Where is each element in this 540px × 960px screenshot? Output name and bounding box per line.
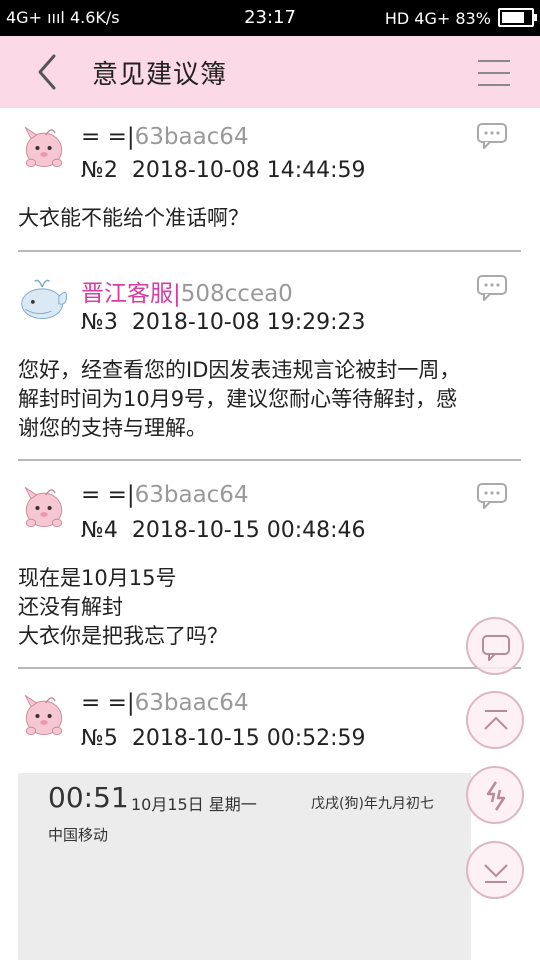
post-meta: №2 2018-10-08 14:44:59 bbox=[81, 158, 366, 183]
staff-avatar[interactable] bbox=[18, 274, 70, 326]
divider bbox=[18, 250, 521, 252]
float-comment-button[interactable] bbox=[466, 617, 524, 675]
post-body: 现在是10月15号 还没有解封 大衣你是把我忘了吗？ bbox=[18, 564, 518, 651]
image-clock-text: 00:51 bbox=[48, 781, 129, 814]
post-text-line: 谢您的支持与理解。 bbox=[18, 416, 207, 440]
username[interactable]: 晋江客服 bbox=[81, 281, 173, 307]
scroll-to-top-button[interactable] bbox=[466, 691, 524, 749]
post-meta: №4 2018-10-15 00:48:46 bbox=[81, 518, 366, 543]
floor-number: №4 bbox=[81, 518, 118, 543]
divider bbox=[18, 667, 521, 669]
scroll-to-bottom-icon bbox=[484, 864, 508, 883]
chevron-left-icon bbox=[38, 54, 56, 90]
post-text-line: 现在是10月15号 bbox=[18, 566, 177, 590]
divider bbox=[18, 459, 521, 461]
status-battery-text: HD 4G+ 83% bbox=[384, 9, 491, 28]
image-lunar-date-text: 戊戌(狗)年九月初七 bbox=[311, 796, 434, 812]
floor-number: №5 bbox=[81, 726, 118, 751]
user-avatar[interactable] bbox=[18, 122, 70, 174]
post-text-line: 大衣你是把我忘了吗？ bbox=[18, 624, 228, 648]
floor-number: №2 bbox=[81, 158, 118, 183]
username[interactable]: = = bbox=[81, 124, 127, 150]
post-author: 晋江客服|508ccea0 bbox=[81, 274, 293, 308]
comment-icon bbox=[482, 635, 510, 661]
menu-button[interactable] bbox=[478, 56, 512, 90]
post-image[interactable]: 00:51 10月15日 星期一 戊戌(狗)年九月初七 中国移动 bbox=[18, 773, 471, 960]
refresh-icon bbox=[486, 781, 506, 811]
scroll-to-top-icon bbox=[484, 710, 508, 730]
post-body: 大衣能不能给个准话啊？ bbox=[18, 204, 518, 233]
comment-bubble-icon[interactable] bbox=[476, 482, 508, 510]
user-avatar[interactable] bbox=[18, 482, 70, 534]
user-id: 63baac64 bbox=[134, 482, 249, 508]
post-body: 您好，经查看您的ID因发表违规言论被封一周， 解封时间为10月9号，建议您耐心等… bbox=[18, 356, 518, 443]
post-timestamp: 2018-10-08 14:44:59 bbox=[131, 158, 366, 183]
post-text-line: 还没有解封 bbox=[18, 595, 123, 619]
post-author: = =|63baac64 bbox=[81, 690, 249, 716]
status-right-indicators: HD 4G+ 83% bbox=[384, 8, 537, 28]
username[interactable]: = = bbox=[81, 690, 127, 716]
refresh-button[interactable] bbox=[466, 766, 524, 824]
post-meta: №3 2018-10-08 19:29:23 bbox=[81, 310, 366, 335]
post-author: = =|63baac64 bbox=[81, 482, 249, 508]
user-id: 508ccea0 bbox=[180, 281, 293, 307]
user-id: 63baac64 bbox=[134, 124, 249, 150]
back-button[interactable] bbox=[30, 50, 70, 94]
username[interactable]: = = bbox=[81, 482, 127, 508]
image-date-text: 10月15日 星期一 bbox=[131, 795, 257, 814]
comment-bubble-icon[interactable] bbox=[476, 274, 508, 302]
post-timestamp: 2018-10-15 00:48:46 bbox=[131, 518, 366, 543]
name-separator: | bbox=[126, 124, 135, 150]
post-text-line: 大衣能不能给个准话啊？ bbox=[18, 206, 249, 230]
post-text-line: 您好，经查看您的ID因发表违规言论被封一周， bbox=[18, 358, 461, 382]
name-separator: | bbox=[126, 690, 135, 716]
user-id: 63baac64 bbox=[134, 690, 249, 716]
post-text-line: 解封时间为10月9号，建议您耐心等待解封，感 bbox=[18, 387, 458, 411]
comment-bubble-icon[interactable] bbox=[476, 122, 508, 150]
post-timestamp: 2018-10-08 19:29:23 bbox=[131, 310, 366, 335]
name-separator: | bbox=[173, 281, 181, 307]
battery-icon bbox=[498, 8, 537, 27]
image-carrier-text: 中国移动 bbox=[48, 826, 109, 844]
scroll-to-bottom-button[interactable] bbox=[466, 841, 524, 899]
post-meta: №5 2018-10-15 00:52:59 bbox=[81, 726, 366, 751]
name-separator: | bbox=[126, 482, 135, 508]
user-avatar[interactable] bbox=[18, 690, 70, 742]
post-timestamp: 2018-10-15 00:52:59 bbox=[131, 726, 366, 751]
page-title: 意见建议簿 bbox=[92, 60, 228, 90]
status-bar: 4G+ ıııl 4.6K/s 23:17 HD 4G+ 83% bbox=[0, 0, 540, 36]
post-author: = =|63baac64 bbox=[81, 124, 249, 150]
floor-number: №3 bbox=[81, 310, 118, 335]
app-header: 意见建议簿 bbox=[0, 36, 540, 108]
